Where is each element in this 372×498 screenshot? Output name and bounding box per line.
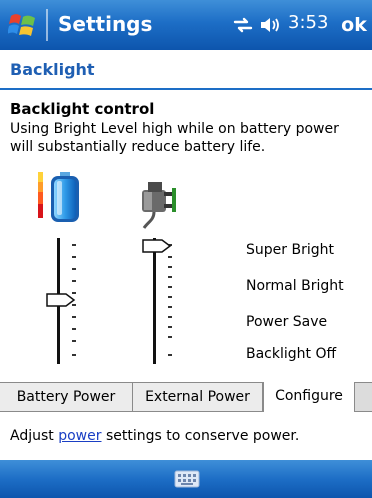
slider-tick: [168, 316, 172, 318]
slider-tick: [168, 266, 172, 268]
title-separator: [46, 9, 48, 41]
page-header: Backlight: [0, 50, 372, 90]
page-title: Backlight: [10, 60, 95, 79]
power-plug-icon: [142, 182, 176, 229]
slider-tick: [72, 244, 76, 246]
app-title: Settings: [58, 12, 153, 36]
slider-tick: [72, 354, 76, 356]
title-bar: Settings 3:53 ok: [0, 0, 372, 50]
section-description: Using Bright Level high while on battery…: [10, 121, 339, 155]
slider-tick: [72, 280, 76, 282]
footer-hint: Adjust power settings to conserve power.: [10, 428, 299, 444]
power-settings-link[interactable]: power: [58, 428, 101, 444]
menu-bar: [0, 460, 372, 498]
connectivity-icon[interactable]: [232, 14, 254, 36]
keyboard-icon[interactable]: [174, 469, 200, 489]
volume-icon[interactable]: [258, 14, 284, 36]
slider-thumb[interactable]: [142, 239, 172, 253]
slider-tick: [168, 286, 172, 288]
slider-tick: [72, 328, 76, 330]
battery-brightness-slider[interactable]: [44, 238, 90, 364]
external-brightness-slider[interactable]: [140, 238, 186, 364]
level-label-super-bright: Super Bright: [246, 242, 334, 258]
level-label-power-save: Power Save: [246, 314, 328, 330]
tab-strip: Battery Power External Power Configure: [0, 382, 372, 412]
footer-prefix: Adjust: [10, 428, 59, 444]
tab-battery-power[interactable]: Battery Power: [0, 383, 133, 411]
windows-start-icon[interactable]: [8, 10, 38, 40]
slider-tick: [168, 256, 172, 258]
slider-tick: [72, 340, 76, 342]
battery-icon: [38, 172, 79, 222]
footer-suffix: settings to conserve power.: [101, 428, 300, 444]
slider-tick: [168, 336, 172, 338]
header-divider: [0, 88, 372, 90]
slider-tick: [72, 256, 76, 258]
level-label-backlight-off: Backlight Off: [246, 346, 337, 362]
slider-tick: [72, 268, 76, 270]
tab-scroll-more[interactable]: [355, 383, 372, 411]
tab-external-power[interactable]: External Power: [133, 383, 263, 411]
slider-track: [153, 238, 156, 364]
slider-tick: [168, 326, 172, 328]
tab-configure[interactable]: Configure: [263, 382, 355, 412]
slider-thumb[interactable]: [46, 293, 76, 307]
slider-tick: [168, 276, 172, 278]
level-label-normal-bright: Normal Bright: [246, 278, 344, 294]
slider-tick: [168, 296, 172, 298]
clock[interactable]: 3:53: [288, 12, 328, 33]
ok-button[interactable]: ok: [338, 10, 370, 40]
slider-tick: [72, 316, 76, 318]
slider-tick: [168, 306, 172, 308]
slider-tick: [168, 354, 172, 356]
section-heading: Backlight control: [10, 100, 155, 118]
